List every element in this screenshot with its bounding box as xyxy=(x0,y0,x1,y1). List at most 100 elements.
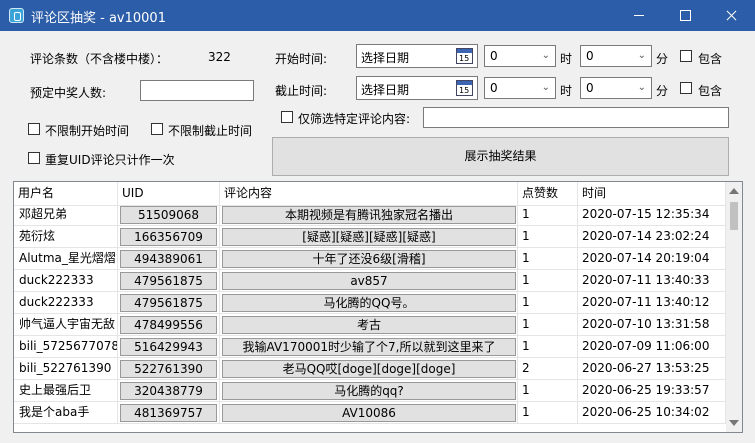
close-button[interactable] xyxy=(708,0,754,31)
uid-button[interactable]: 516429943 xyxy=(120,338,217,356)
comment-button[interactable]: 我输AV170001时少输了个7,所以就到这里来了 xyxy=(222,338,516,356)
uid-button[interactable]: 479561875 xyxy=(120,294,217,312)
table-row[interactable]: 邓超兄弟 51509068 本期视频是有腾讯独家冠名播出 1 2020-07-1… xyxy=(14,204,726,226)
likes-cell: 1 xyxy=(518,292,578,314)
header-time[interactable]: 时间 xyxy=(578,182,726,205)
likes-cell: 1 xyxy=(518,402,578,424)
uid-button[interactable]: 479561875 xyxy=(120,272,217,290)
uid-button[interactable]: 320438779 xyxy=(120,382,217,400)
end-date-picker[interactable]: 选择日期 15 xyxy=(356,76,478,100)
title-bar[interactable]: 评论区抽奖 - av10001 xyxy=(0,0,755,31)
chevron-down-icon: ⌄ xyxy=(541,50,550,61)
table-header: 用户名 UID 评论内容 点赞数 时间 xyxy=(14,182,726,206)
time-cell: 2020-06-25 19:33:57 xyxy=(578,380,726,402)
table-row[interactable]: bili_5725677078 516429943 我输AV170001时少输了… xyxy=(14,336,726,358)
uid-cell: 481369757 xyxy=(118,402,220,424)
show-result-button[interactable]: 展示抽奖结果 xyxy=(272,137,729,176)
comment-count-label: 评论条数（不含楼中楼）： xyxy=(30,52,169,66)
uid-cell: 522761390 xyxy=(118,358,220,380)
uid-button[interactable]: 51509068 xyxy=(120,206,217,224)
comment-button[interactable]: 马化腾的QQ号。 xyxy=(222,294,516,312)
calendar-icon[interactable]: 15 xyxy=(456,48,473,64)
time-cell: 2020-07-14 23:02:24 xyxy=(578,226,726,248)
start-hour-value: 0 xyxy=(490,49,498,63)
likes-cell: 1 xyxy=(518,226,578,248)
maximize-icon xyxy=(680,10,691,21)
username-cell: 史上最强后卫 xyxy=(14,380,118,402)
header-username[interactable]: 用户名 xyxy=(14,182,118,205)
table-row[interactable]: 我是个aba手 481369757 AV10086 1 2020-06-25 1… xyxy=(14,402,726,424)
uid-button[interactable]: 481369757 xyxy=(120,404,217,422)
no-start-checkbox[interactable] xyxy=(28,123,40,135)
start-include-checkbox[interactable] xyxy=(680,50,692,62)
table-row[interactable]: 史上最强后卫 320438779 马化腾的qq? 1 2020-06-25 19… xyxy=(14,380,726,402)
comment-button[interactable]: 本期视频是有腾讯独家冠名播出 xyxy=(222,206,516,224)
end-date-text: 选择日期 xyxy=(361,83,410,97)
likes-cell: 1 xyxy=(518,336,578,358)
uid-button[interactable]: 494389061 xyxy=(120,250,217,268)
end-hour-unit: 时 xyxy=(560,84,573,98)
start-time-label: 开始时间: xyxy=(275,52,328,66)
likes-cell: 1 xyxy=(518,248,578,270)
start-date-picker[interactable]: 选择日期 15 xyxy=(356,44,478,68)
username-cell: 我是个aba手 xyxy=(14,402,118,424)
table-row[interactable]: duck222333 479561875 av857 1 2020-07-11 … xyxy=(14,270,726,292)
comment-cell: av857 xyxy=(220,270,518,292)
username-cell: duck222333 xyxy=(14,270,118,292)
header-likes[interactable]: 点赞数 xyxy=(518,182,578,205)
comment-button[interactable]: 考古 xyxy=(222,316,516,334)
scroll-thumb[interactable] xyxy=(730,202,738,230)
comment-button[interactable]: 马化腾的qq? xyxy=(222,382,516,400)
scroll-up-icon[interactable] xyxy=(729,188,739,194)
end-minute-select[interactable]: 0 ⌄ xyxy=(580,77,652,99)
comment-button[interactable]: [疑惑][疑惑][疑惑][疑惑] xyxy=(222,228,516,246)
app-icon xyxy=(9,8,24,23)
start-minute-select[interactable]: 0 ⌄ xyxy=(580,45,652,67)
time-cell: 2020-07-09 11:06:00 xyxy=(578,336,726,358)
comment-table[interactable]: 用户名 UID 评论内容 点赞数 时间 邓超兄弟 51509068 本期视频是有… xyxy=(13,181,743,433)
no-end-checkbox[interactable] xyxy=(151,123,163,135)
end-include-label: 包含 xyxy=(698,84,723,98)
header-comment[interactable]: 评论内容 xyxy=(220,182,518,205)
comment-button[interactable]: AV10086 xyxy=(222,404,516,422)
time-cell: 2020-07-15 12:35:34 xyxy=(578,204,726,226)
uid-button[interactable]: 478499556 xyxy=(120,316,217,334)
table-scrollbar[interactable] xyxy=(726,182,742,432)
comment-cell: 十年了还没6级[滑稽] xyxy=(220,248,518,270)
table-row[interactable]: 苑衍炫 166356709 [疑惑][疑惑][疑惑][疑惑] 1 2020-07… xyxy=(14,226,726,248)
calendar-icon[interactable]: 15 xyxy=(456,80,473,96)
winners-input[interactable] xyxy=(140,80,254,101)
table-row[interactable]: Alutma_星光熠熠 494389061 十年了还没6级[滑稽] 1 2020… xyxy=(14,248,726,270)
filter-comment-input[interactable] xyxy=(423,107,729,128)
end-time-label: 截止时间: xyxy=(275,84,328,98)
start-include-label: 包含 xyxy=(698,52,723,66)
comment-button[interactable]: av857 xyxy=(222,272,516,290)
comment-button[interactable]: 十年了还没6级[滑稽] xyxy=(222,250,516,268)
uid-button[interactable]: 166356709 xyxy=(120,228,217,246)
time-cell: 2020-07-10 13:31:58 xyxy=(578,314,726,336)
start-hour-select[interactable]: 0 ⌄ xyxy=(484,45,556,67)
comment-cell: 老马QQ哎[doge][doge][doge] xyxy=(220,358,518,380)
uid-cell: 320438779 xyxy=(118,380,220,402)
table-row[interactable]: bili_522761390 522761390 老马QQ哎[doge][dog… xyxy=(14,358,726,380)
end-hour-select[interactable]: 0 ⌄ xyxy=(484,77,556,99)
maximize-button[interactable] xyxy=(662,0,708,31)
end-minute-value: 0 xyxy=(586,81,594,95)
header-uid[interactable]: UID xyxy=(118,182,220,205)
minimize-button[interactable] xyxy=(616,0,662,31)
table-row[interactable]: duck222333 479561875 马化腾的QQ号。 1 2020-07-… xyxy=(14,292,726,314)
comment-button[interactable]: 老马QQ哎[doge][doge][doge] xyxy=(222,360,516,378)
username-cell: bili_522761390 xyxy=(14,358,118,380)
time-cell: 2020-07-11 13:40:33 xyxy=(578,270,726,292)
duplicate-uid-checkbox[interactable] xyxy=(28,152,40,164)
comment-count-value: 322 xyxy=(208,50,231,64)
scroll-down-icon[interactable] xyxy=(729,420,739,426)
uid-button[interactable]: 522761390 xyxy=(120,360,217,378)
comment-cell: [疑惑][疑惑][疑惑][疑惑] xyxy=(220,226,518,248)
filter-comment-checkbox[interactable] xyxy=(281,111,293,123)
end-include-checkbox[interactable] xyxy=(680,82,692,94)
time-cell: 2020-06-27 13:53:25 xyxy=(578,358,726,380)
table-row[interactable]: 帅气逼人宇宙无敌 478499556 考古 1 2020-07-10 13:31… xyxy=(14,314,726,336)
comment-cell: AV10086 xyxy=(220,402,518,424)
comment-cell: 我输AV170001时少输了个7,所以就到这里来了 xyxy=(220,336,518,358)
